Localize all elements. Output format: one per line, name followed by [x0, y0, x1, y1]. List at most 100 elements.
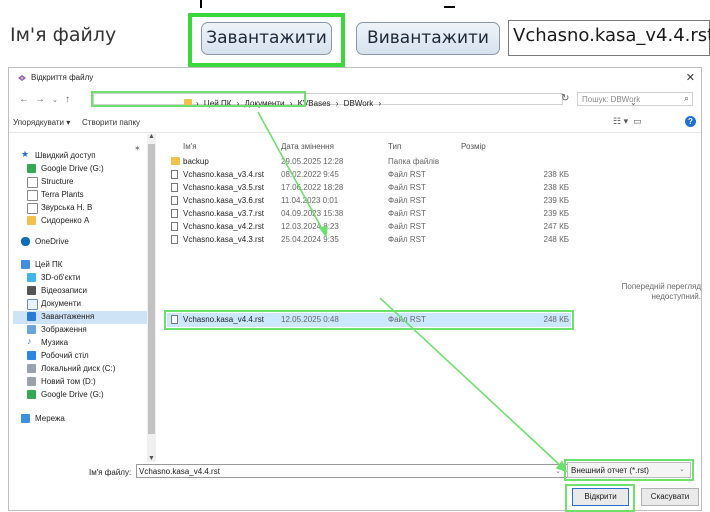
address-highlight: [91, 91, 306, 107]
navigation-row: ← → ⌄ ↑ › Цей ПК › Документи › KVBases ›…: [9, 90, 701, 110]
organize-menu[interactable]: Упорядкувати ▾: [13, 118, 70, 127]
text-cursor-mark: [200, 0, 202, 8]
unload-button[interactable]: Вивантажити: [356, 22, 500, 55]
file-size: 247 КБ: [543, 222, 569, 231]
column-header-size[interactable]: Розмір: [461, 142, 486, 151]
desktop-icon: [27, 351, 36, 360]
cancel-button[interactable]: Скасувати: [641, 488, 699, 506]
file-date: 04.09.2023 15:38: [281, 209, 344, 218]
download-icon: [27, 312, 36, 321]
file-size: 238 КБ: [543, 183, 569, 192]
folder-row[interactable]: backup 29.05.2025 12:28 Папка файлів: [161, 156, 579, 169]
preview-unavailable-text: Попередній перегляд недоступний.: [621, 282, 701, 301]
recent-locations-chevron-icon[interactable]: ⌄: [52, 96, 58, 104]
film-icon: [27, 286, 36, 295]
network-icon: [21, 414, 30, 423]
load-button[interactable]: Завантажити: [201, 22, 332, 55]
dialog-app-icon: [18, 75, 26, 81]
column-header-name[interactable]: Ім'я: [183, 142, 197, 151]
file-name-field[interactable]: Vchasno.kasa_v4.4.rst: [508, 20, 710, 56]
up-arrow-icon[interactable]: ↑: [65, 94, 70, 105]
file-name: Vchasno.kasa_v3.4.rst: [183, 170, 264, 179]
search-placeholder: Пошук: DBWork: [582, 95, 641, 104]
navigation-pane: ★ Швидкий доступ Google Drive (G:) Struct…: [21, 149, 116, 423]
file-type: Файл RST: [388, 196, 426, 205]
picture-icon: [27, 325, 36, 334]
filename-label: Ім'я файлу:: [89, 468, 132, 477]
file-row[interactable]: Vchasno.kasa_v3.5.rst 17.06.2022 18:28 Фай…: [161, 182, 579, 195]
google-drive-icon: [27, 164, 36, 173]
file-icon: [171, 235, 178, 244]
file-date: 25.04.2024 9:35: [281, 235, 339, 244]
file-date: 29.05.2025 12:28: [281, 157, 344, 166]
file-type: Файл RST: [388, 183, 426, 192]
file-icon: [171, 209, 178, 218]
file-name: Vchasno.kasa_v4.2.rst: [183, 222, 264, 231]
drive-icon: [27, 364, 36, 373]
file-list: Ім'я Дата змінення Тип Розмір backup 29.0…: [161, 134, 581, 454]
dialog-title: Відкриття файлу: [31, 73, 94, 82]
command-bar: Упорядкувати ▾ Створити папку ☷ ▾ ▭ ?: [9, 114, 701, 133]
computer-icon: [21, 260, 30, 269]
file-row[interactable]: Vchasno.kasa_v3.4.rst 08.02.2022 9:45 Файл…: [161, 169, 579, 182]
column-header-type[interactable]: Тип: [388, 142, 401, 151]
file-date: 11.04.2023 0:01: [281, 196, 339, 205]
help-icon[interactable]: ?: [685, 116, 696, 127]
star-icon: ★: [21, 149, 30, 159]
file-date: 17.06.2022 18:28: [281, 183, 344, 192]
forward-arrow-icon[interactable]: →: [35, 94, 45, 105]
document-icon: [27, 299, 38, 310]
file-size: 239 КБ: [543, 209, 569, 218]
file-type: Файл RST: [388, 222, 426, 231]
view-options-icon[interactable]: ☷ ▾ ▭: [613, 116, 642, 127]
filter-dropdown-icon[interactable]: ⌄: [679, 465, 685, 473]
scrollbar-thumb[interactable]: [148, 144, 155, 434]
filename-input[interactable]: Vchasno.kasa_v4.4.rst: [136, 464, 568, 478]
open-file-dialog: Відкриття файлу ✕ ← → ⌄ ↑ › Цей ПК › Док…: [8, 67, 702, 512]
file-type-filter[interactable]: Внешний отчет (*.rst): [567, 462, 691, 478]
search-input[interactable]: Пошук: DBWork ⌕: [577, 92, 693, 106]
dialog-titlebar: Відкриття файлу ✕: [9, 68, 701, 88]
file-name: Vchasno.kasa_v4.3.rst: [183, 235, 264, 244]
back-arrow-icon[interactable]: ←: [19, 94, 29, 105]
file-row[interactable]: Vchasno.kasa_v4.3.rst 25.04.2024 9:35 Файл…: [161, 234, 579, 247]
pin-icon[interactable]: ✶: [134, 144, 141, 153]
file-icon: [171, 222, 178, 231]
file-row[interactable]: Vchasno.kasa_v3.7.rst 04.09.2023 15:38 Фай…: [161, 208, 579, 221]
refresh-icon[interactable]: ↻: [561, 93, 569, 104]
close-icon[interactable]: ✕: [686, 71, 695, 84]
scroll-up-icon[interactable]: ▲: [148, 133, 155, 140]
file-row[interactable]: Vchasno.kasa_v4.2.rst 12.03.2024 8:23 Файл…: [161, 221, 579, 234]
file-name: Vchasno.kasa_v3.6.rst: [183, 196, 264, 205]
file-size: 239 КБ: [543, 196, 569, 205]
new-folder-button[interactable]: Створити папку: [82, 118, 140, 127]
file-icon: [171, 196, 178, 205]
file-name-label: Ім'я файлу: [10, 24, 117, 46]
nav-scrollbar[interactable]: ▲ ▼: [147, 133, 156, 462]
app-toolbar: Ім'я файлу Завантажити Вивантажити Vchas…: [0, 0, 710, 67]
file-size: 248 КБ: [543, 235, 569, 244]
file-type: Файл RST: [388, 170, 426, 179]
scroll-down-icon[interactable]: ▼: [148, 455, 155, 462]
cube-icon: [27, 273, 36, 282]
search-icon: ⌕: [683, 93, 689, 103]
open-button[interactable]: Відкрити: [572, 488, 629, 506]
file-icon: [171, 183, 178, 192]
filename-dropdown-icon[interactable]: ⌄: [555, 467, 561, 475]
file-row[interactable]: Vchasno.kasa_v3.6.rst 11.04.2023 0:01 Файл…: [161, 195, 579, 208]
selected-row-outline: [164, 310, 574, 330]
drive-icon: [27, 377, 36, 386]
file-type: Файл RST: [388, 209, 426, 218]
file-date: 08.02.2022 9:45: [281, 170, 339, 179]
music-note-icon: ♪: [27, 336, 32, 346]
folder-icon: [171, 157, 180, 165]
user-icon: [27, 203, 38, 214]
column-header-date[interactable]: Дата змінення: [281, 142, 334, 151]
file-name: Vchasno.kasa_v3.5.rst: [183, 183, 264, 192]
folder-icon: [27, 216, 36, 225]
breadcrumb-dbwork[interactable]: DBWork: [344, 99, 374, 108]
caret-mark: [444, 6, 455, 8]
file-type: Папка файлів: [388, 157, 440, 166]
file-name: Vchasno.kasa_v3.7.rst: [183, 209, 264, 218]
cloud-icon: [21, 237, 30, 246]
